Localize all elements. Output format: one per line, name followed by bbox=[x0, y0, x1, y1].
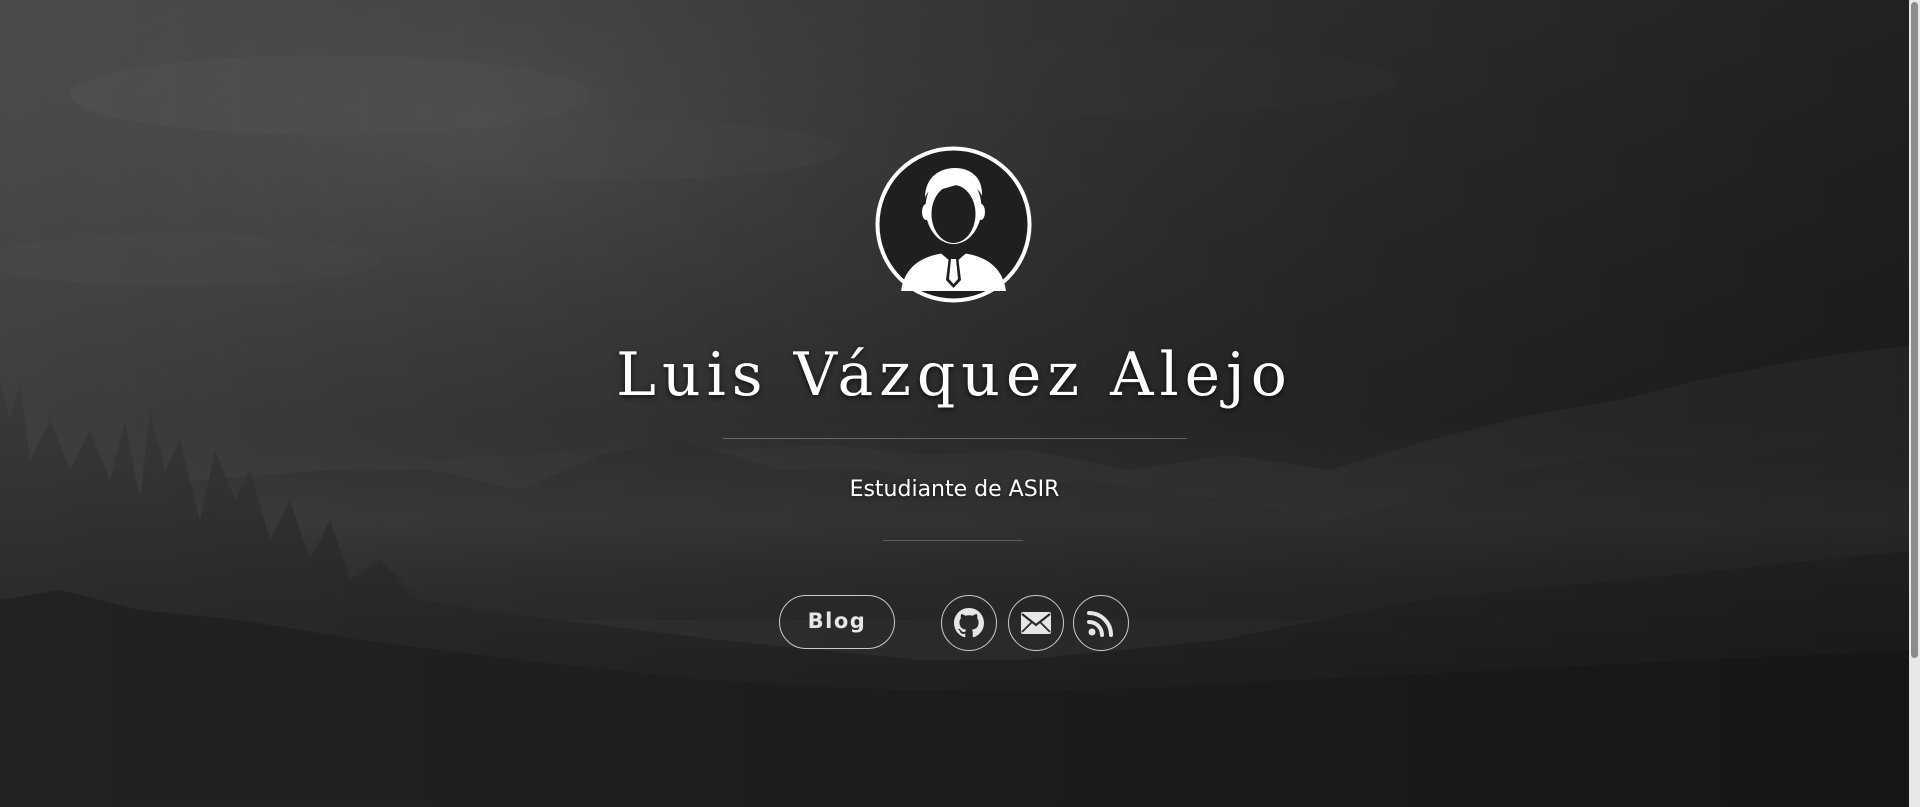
vertical-scrollbar[interactable] bbox=[1909, 0, 1920, 807]
user-avatar-icon bbox=[875, 146, 1032, 303]
hero: Luis Vázquez Alejo Estudiante de ASIR Bl… bbox=[0, 0, 1909, 807]
rss-button[interactable] bbox=[1073, 595, 1129, 651]
github-button[interactable] bbox=[941, 595, 997, 651]
divider bbox=[723, 438, 1187, 439]
profile-subtitle: Estudiante de ASIR bbox=[849, 477, 1060, 502]
github-icon bbox=[954, 608, 984, 638]
divider bbox=[883, 540, 1023, 541]
email-button[interactable] bbox=[1008, 595, 1064, 651]
scrollbar-thumb[interactable] bbox=[1911, 2, 1918, 658]
blog-button[interactable]: Blog bbox=[779, 595, 895, 649]
mail-icon bbox=[1020, 611, 1052, 635]
rss-icon bbox=[1087, 609, 1115, 637]
page: Luis Vázquez Alejo Estudiante de ASIR Bl… bbox=[0, 0, 1920, 807]
profile-name: Luis Vázquez Alejo bbox=[616, 340, 1293, 410]
